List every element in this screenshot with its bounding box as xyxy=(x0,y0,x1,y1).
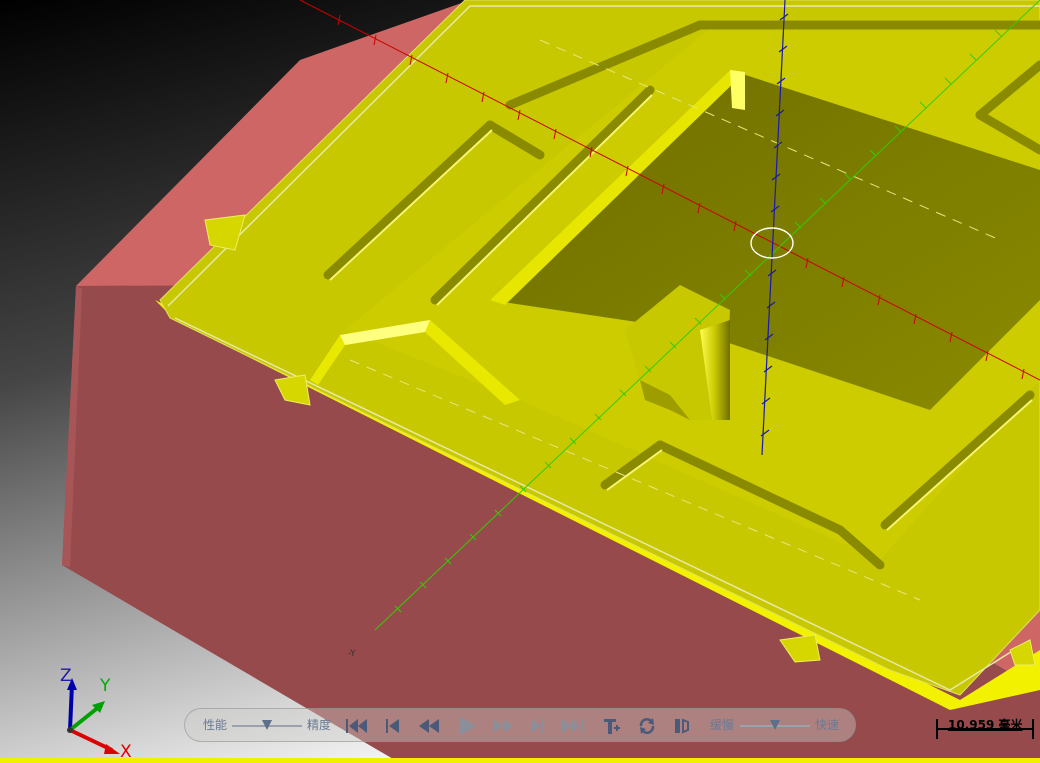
quality-slider[interactable] xyxy=(232,720,302,730)
skip-to-start-button[interactable] xyxy=(345,715,369,737)
tool-icon xyxy=(604,719,620,734)
rewind-button[interactable] xyxy=(417,715,441,737)
refresh-button[interactable] xyxy=(635,715,659,737)
skip-to-end-button[interactable] xyxy=(561,715,585,737)
fast-forward-icon xyxy=(493,719,513,733)
step-forward-icon xyxy=(531,719,544,733)
step-back-button[interactable] xyxy=(381,715,405,737)
scale-bar: 10.959 毫米 xyxy=(936,716,1034,742)
triad-y-label: Y xyxy=(100,676,111,696)
slow-label: 缓慢 xyxy=(710,718,735,732)
play-icon xyxy=(459,716,476,736)
scale-value: 10.959 毫米 xyxy=(948,718,1023,732)
fast-label: 快速 xyxy=(815,718,840,732)
settings-icon xyxy=(675,718,689,734)
axis-end-label: -Y xyxy=(348,649,356,659)
performance-label: 性能 xyxy=(203,718,228,732)
skip-to-start-icon xyxy=(346,719,367,733)
coordinate-triad: Z Y X xyxy=(50,668,140,763)
quality-slider-thumb[interactable] xyxy=(262,720,272,730)
step-back-icon xyxy=(386,719,399,733)
skip-to-end-icon xyxy=(562,719,583,733)
triad-x-label: X xyxy=(120,742,132,762)
play-button[interactable] xyxy=(455,715,479,737)
step-forward-button[interactable] xyxy=(525,715,549,737)
fast-forward-button[interactable] xyxy=(491,715,515,737)
precision-label: 精度 xyxy=(307,718,332,732)
simulation-toolbar: 性能 精度 缓慢 快速 xyxy=(184,708,856,742)
rewind-icon xyxy=(419,719,439,733)
3d-cad-viewport[interactable]: -Y xyxy=(0,0,1040,763)
refresh-icon xyxy=(639,718,655,734)
settings-button[interactable] xyxy=(670,715,694,737)
speed-slider[interactable] xyxy=(740,720,810,730)
triad-z-label: Z xyxy=(60,666,72,686)
tool-button[interactable] xyxy=(599,715,623,737)
3d-model-scene[interactable]: -Y xyxy=(0,0,1040,763)
speed-slider-thumb[interactable] xyxy=(770,720,780,730)
